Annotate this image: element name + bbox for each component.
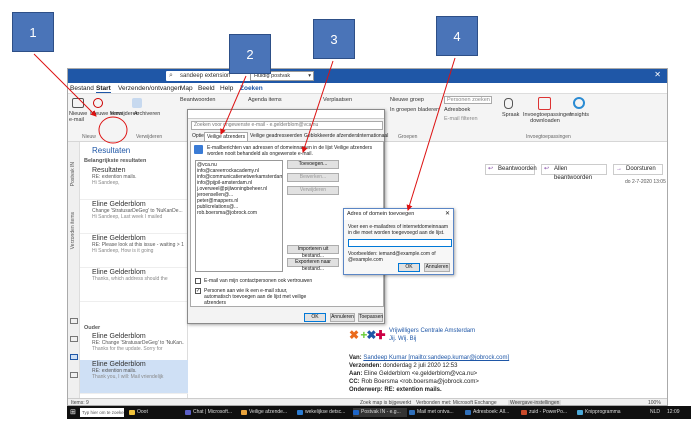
windows-icon[interactable]: ⊞ [70,408,76,416]
app-label: Veilige afzende... [249,409,288,415]
annotation-arrows [33,53,456,211]
taskbar-search[interactable]: Typ hier om te zoeken [80,408,124,417]
app-icon [129,410,135,415]
app-label: wekelijkse detsc... [305,409,346,415]
taskbar-app[interactable]: wekelijkse detsc... [297,408,351,417]
taskbar-app[interactable]: Adresboek: All... [465,408,519,417]
app-icon [577,410,583,415]
app-icon [353,410,359,415]
app-label: Ooot [137,409,148,415]
taskbar-app[interactable]: Knipprogramma [577,408,631,417]
app-label: zuid - PowerPo... [529,409,568,415]
app-icon [297,410,303,415]
taskbar-app[interactable]: Veilige afzende... [241,408,295,417]
app-label: Mail met ontva... [417,409,454,415]
app-icon [241,410,247,415]
app-label: Adresboek: All... [473,409,510,415]
arrow-3 [301,60,334,153]
taskbar-app[interactable]: zuid - PowerPo... [521,408,575,417]
taskbar-app[interactable]: Mail met ontva... [409,408,463,417]
app-icon [521,410,527,415]
taskbar-app[interactable]: Chat | Microsoft... [185,408,239,417]
tray-language[interactable]: NLD [650,409,660,415]
tray-time: 12:09 [667,409,680,415]
highlight-circle [98,116,128,144]
arrow-1 [33,53,97,117]
app-label: Knipprogramma [585,409,621,415]
app-icon [185,410,191,415]
taskbar-app[interactable]: Postvak IN - e.g... [353,408,407,417]
app-icon [465,410,471,415]
app-label: Postvak IN - e.g... [361,409,401,415]
app-icon [409,410,415,415]
arrow-4 [406,57,456,211]
app-label: Chat | Microsoft... [193,409,233,415]
taskbar-app[interactable]: Ooot [129,408,183,417]
arrow-2 [220,75,247,135]
taskbar: ⊞ Typ hier om te zoeken Ooot Chat | Micro… [67,406,691,419]
